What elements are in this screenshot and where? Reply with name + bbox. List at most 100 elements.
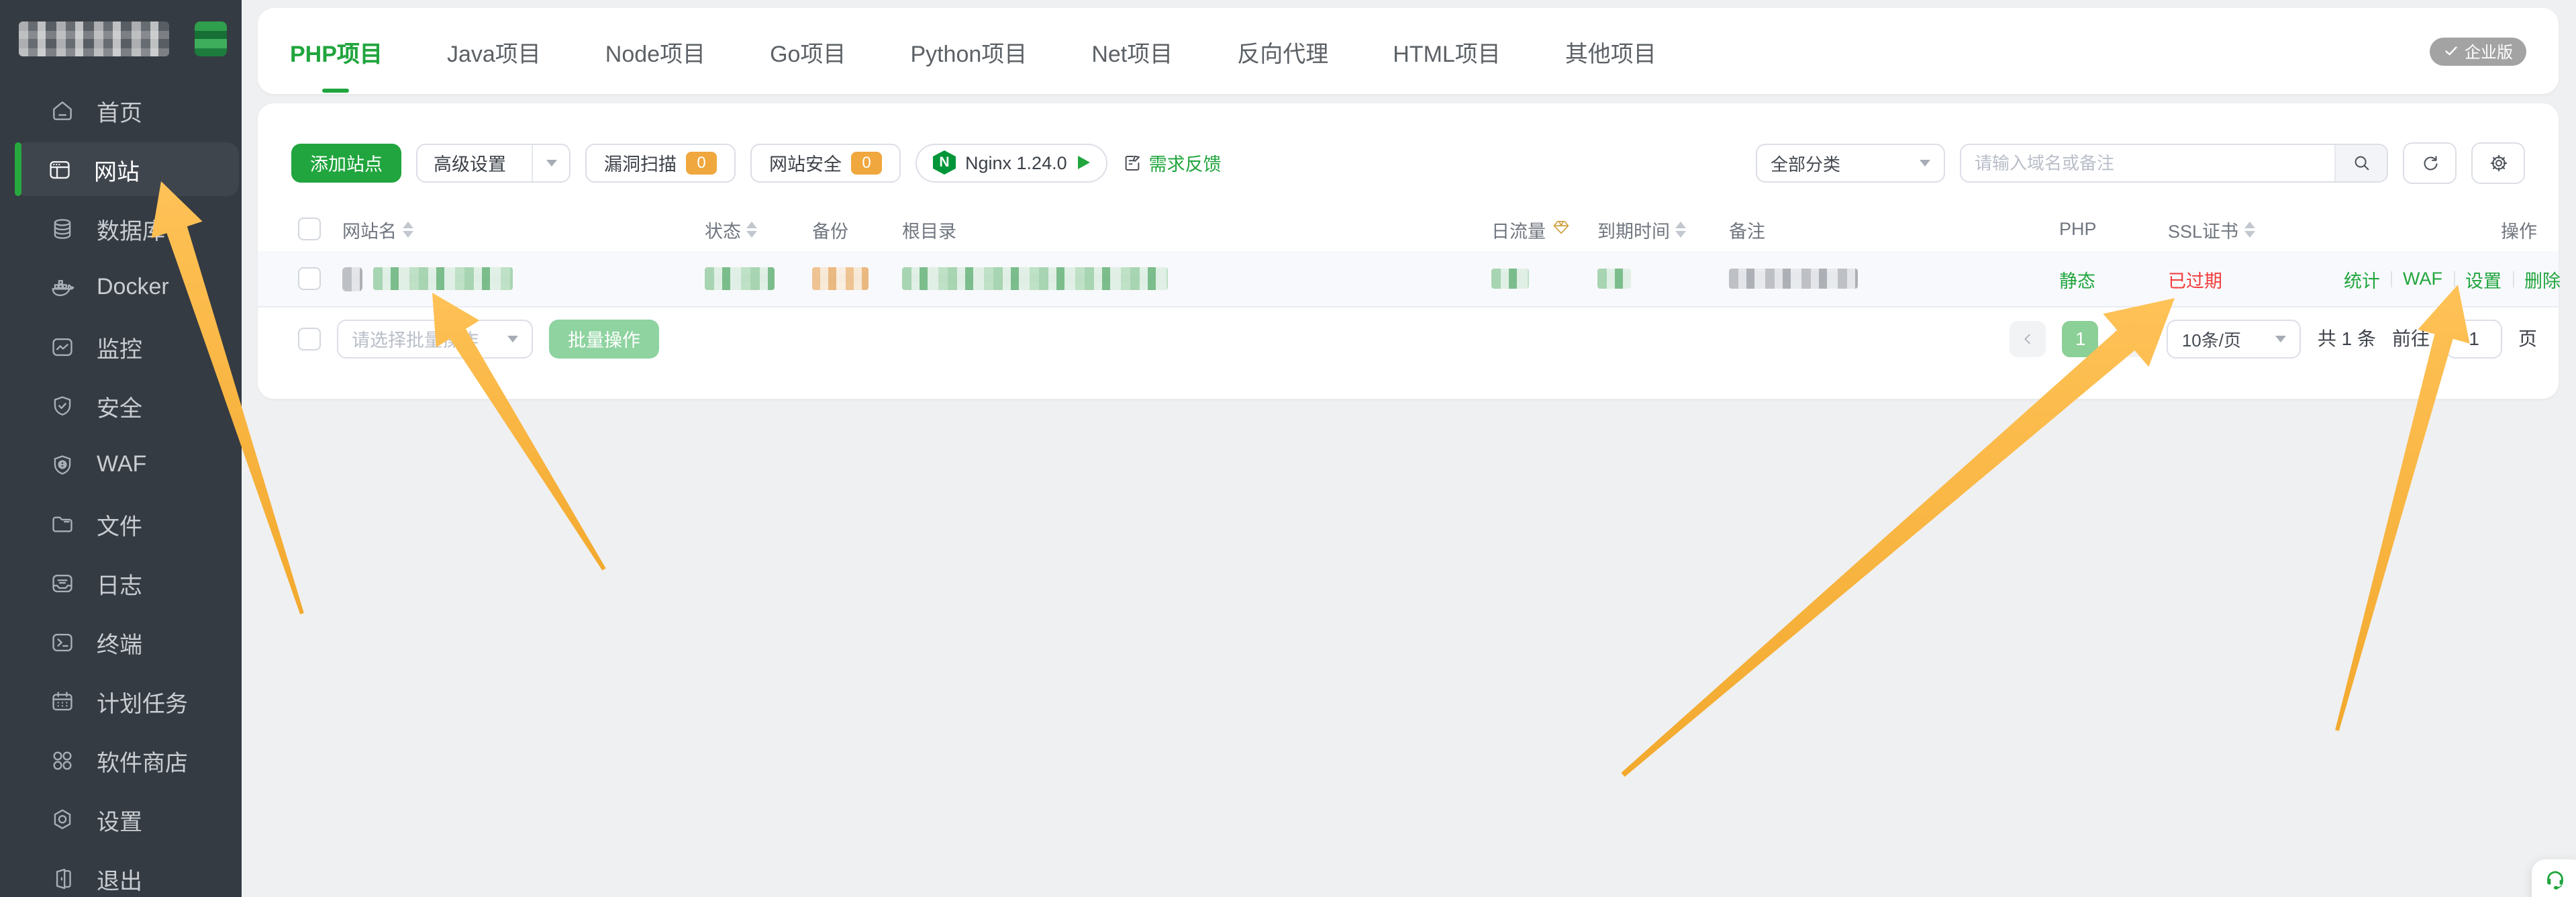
sidebar-item-monitor[interactable]: 监控	[3, 320, 239, 373]
sidebar-item-app-store[interactable]: 软件商店	[3, 733, 239, 787]
site-domain-redacted	[373, 267, 513, 290]
select-all-checkbox[interactable]	[298, 218, 321, 240]
waf-link[interactable]: WAF	[2403, 269, 2442, 289]
sidebar-item-logout[interactable]: 退出	[3, 851, 239, 897]
bt-panel-page: 首页 网站 数据库 Docker 监控 安全	[0, 0, 2576, 897]
gear-icon	[2488, 152, 2508, 173]
category-filter-select[interactable]: 全部分类	[1756, 143, 1945, 182]
site-security-button[interactable]: 网站安全 0	[750, 143, 901, 182]
batch-apply-button[interactable]: 批量操作	[549, 319, 659, 358]
log-icon	[50, 570, 75, 596]
sidebar-item-label: WAF	[97, 451, 146, 478]
prev-page-button[interactable]	[2010, 320, 2046, 357]
column-ssl[interactable]: SSL证书	[2168, 216, 2344, 242]
sidebar-item-label: 文件	[97, 507, 142, 540]
add-site-button[interactable]: 添加站点	[291, 143, 401, 182]
sort-icon[interactable]	[746, 221, 757, 237]
sidebar-item-label: 计划任务	[97, 684, 188, 718]
batch-select-all-checkbox[interactable]	[298, 327, 321, 350]
toolbar-right: 全部分类	[1756, 142, 2525, 183]
docker-icon	[50, 275, 75, 300]
sidebar-item-terminal[interactable]: 终端	[3, 615, 239, 669]
tab-java[interactable]: Java项目	[447, 8, 541, 94]
sidebar: 首页 网站 数据库 Docker 监控 安全	[0, 0, 242, 897]
column-root-dir: 根目录	[902, 216, 1491, 242]
refresh-button[interactable]	[2403, 142, 2457, 183]
sidebar-item-files[interactable]: 文件	[3, 497, 239, 551]
sidebar-item-docker[interactable]: Docker	[3, 261, 239, 314]
sidebar-item-cron[interactable]: 计划任务	[3, 674, 239, 728]
tab-python[interactable]: Python项目	[910, 8, 1027, 94]
enterprise-check-icon	[2443, 43, 2459, 59]
page-jump-input[interactable]	[2446, 319, 2502, 358]
stats-link[interactable]: 统计	[2344, 265, 2380, 292]
chevron-down-icon	[2276, 335, 2287, 342]
tab-php[interactable]: PHP项目	[290, 8, 383, 94]
tab-other[interactable]: 其他项目	[1565, 8, 1656, 94]
column-daily-traffic: 日流量	[1491, 216, 1597, 242]
page-number-button[interactable]: 1	[2063, 320, 2099, 357]
sidebar-item-label: 安全	[97, 389, 142, 422]
column-site-name[interactable]: 网站名	[342, 216, 705, 242]
search-button[interactable]	[2334, 144, 2387, 181]
table-settings-button[interactable]	[2471, 142, 2525, 183]
backup-redacted	[812, 267, 869, 290]
sidebar-item-label: 退出	[97, 861, 142, 895]
expire-redacted	[1597, 269, 1631, 289]
sidebar-item-security[interactable]: 安全	[3, 379, 239, 432]
monitor-icon	[50, 334, 75, 359]
batch-action-select[interactable]: 请选择批量操作	[337, 319, 533, 358]
support-fab[interactable]	[2532, 859, 2576, 897]
refresh-icon	[2420, 152, 2440, 173]
php-type-cell[interactable]: 静态	[2059, 265, 2168, 292]
table-header: 网站名 状态 备份 根目录 日流量 到期时间 备注 PHP SSL证书	[298, 208, 2537, 250]
tab-reverse-proxy[interactable]: 反向代理	[1237, 8, 1328, 94]
sidebar-item-home[interactable]: 首页	[3, 83, 239, 137]
root-dir-cell[interactable]	[902, 267, 1491, 290]
chevron-down-icon	[507, 335, 518, 342]
sidebar-item-label: 首页	[97, 93, 142, 127]
advanced-settings-button[interactable]: 高级设置	[416, 143, 571, 182]
column-expire-time[interactable]: 到期时间	[1597, 216, 1729, 242]
tab-net[interactable]: Net项目	[1091, 8, 1173, 94]
feedback-link[interactable]: 需求反馈	[1122, 149, 1222, 176]
column-backup: 备份	[812, 216, 902, 242]
chevron-down-icon	[1920, 159, 1930, 166]
nginx-logo-icon: N	[933, 150, 956, 175]
tab-html[interactable]: HTML项目	[1393, 8, 1501, 94]
page-size-select[interactable]: 10条/页	[2167, 319, 2301, 358]
vuln-scan-button[interactable]: 漏洞扫描 0	[585, 143, 736, 182]
site-name-cell[interactable]	[342, 267, 705, 291]
website-icon	[47, 156, 72, 182]
note-cell	[1729, 269, 2059, 289]
webserver-button[interactable]: N Nginx 1.24.0	[915, 143, 1107, 182]
settings-icon	[50, 806, 75, 832]
sidebar-item-label: 终端	[97, 625, 142, 659]
site-list-panel: 添加站点 高级设置 漏洞扫描 0 网站安全 0 N Nginx 1.24.0 需…	[258, 103, 2559, 399]
toolbar: 添加站点 高级设置 漏洞扫描 0 网站安全 0 N Nginx 1.24.0 需…	[291, 142, 2525, 183]
sort-icon[interactable]	[1675, 221, 1686, 237]
sidebar-item-waf[interactable]: WAF	[3, 438, 239, 491]
sidebar-item-settings[interactable]: 设置	[3, 792, 239, 846]
settings-link[interactable]: 设置	[2465, 265, 2501, 292]
sidebar-item-logs[interactable]: 日志	[3, 556, 239, 610]
vuln-count-badge: 0	[686, 151, 717, 174]
chevron-down-icon[interactable]	[532, 144, 569, 181]
sidebar-item-website[interactable]: 网站	[15, 142, 239, 196]
row-actions: 统计 WAF 设置删除	[2344, 265, 2561, 292]
chevron-left-icon	[2021, 331, 2036, 346]
sort-icon[interactable]	[402, 221, 413, 237]
next-page-button[interactable]	[2115, 320, 2151, 357]
ssl-status-cell[interactable]: 已过期	[2168, 265, 2344, 292]
column-status[interactable]: 状态	[705, 216, 812, 242]
sidebar-item-database[interactable]: 数据库	[3, 201, 239, 255]
delete-link[interactable]: 删除	[2524, 265, 2561, 292]
row-checkbox[interactable]	[298, 267, 321, 290]
sidebar-item-label: 软件商店	[97, 743, 188, 777]
shield-check-icon	[50, 393, 75, 418]
enterprise-badge[interactable]: 企业版	[2430, 37, 2526, 65]
search-input[interactable]	[1961, 144, 2334, 181]
tab-go[interactable]: Go项目	[770, 8, 846, 94]
tab-node[interactable]: Node项目	[605, 8, 705, 94]
sort-icon[interactable]	[2244, 221, 2255, 237]
